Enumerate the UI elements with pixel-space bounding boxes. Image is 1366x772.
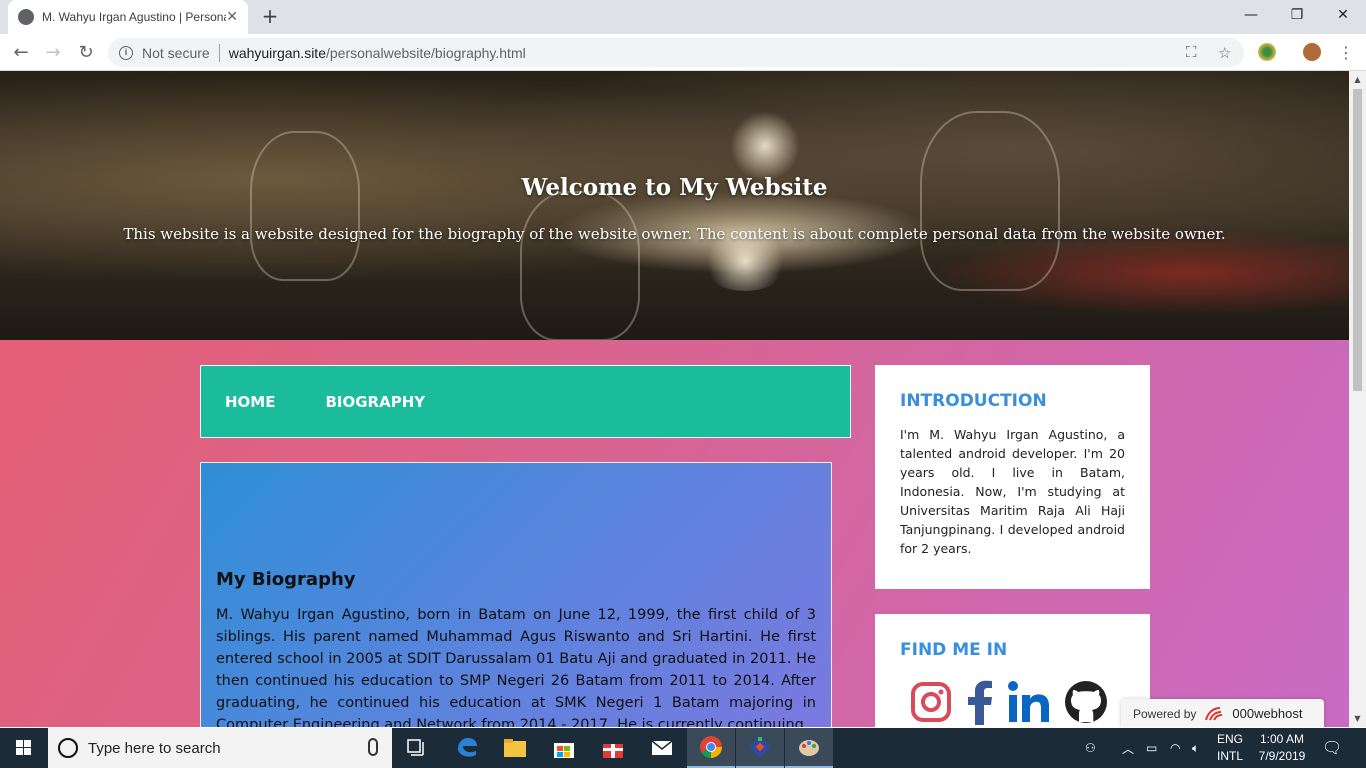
biography-section: My Biography M. Wahyu Irgan Agustino, bo… [200, 462, 832, 727]
translate-icon[interactable]: ⛶ [1186, 44, 1197, 61]
gift-app-icon[interactable] [589, 728, 637, 768]
browser-tab[interactable]: M. Wahyu Irgan Agustino | Personal Websi… [8, 0, 248, 34]
chrome-icon[interactable] [687, 728, 735, 768]
wifi-icon[interactable]: ◠ [1170, 728, 1180, 768]
facebook-icon[interactable] [966, 679, 994, 725]
show-hidden-icons-chevron[interactable]: ︿ [1122, 728, 1134, 768]
language-code: ENG [1216, 732, 1243, 746]
menu-kebab-icon[interactable]: ⋮ [1334, 41, 1358, 65]
restore-icon[interactable]: ❐ [1274, 0, 1320, 30]
social-links [910, 679, 1108, 725]
windows-taskbar: Type here to search ⚇ ︿ ▭ ◠ 🔈︎ ENG INTL … [0, 728, 1366, 768]
address-bar[interactable]: i Not secure wahyuirgan.site/personalweb… [108, 38, 1244, 67]
mail-icon[interactable] [638, 728, 686, 768]
page-viewport: Welcome to My Website This website is a … [0, 71, 1349, 727]
extension-icon[interactable] [1258, 43, 1276, 61]
store-icon[interactable] [540, 728, 588, 768]
browser-toolbar: ← → ↻ i Not secure wahyuirgan.site/perso… [0, 34, 1366, 71]
people-icon[interactable]: ⚇ [1085, 728, 1096, 768]
tab-title: M. Wahyu Irgan Agustino | Personal Websi… [42, 10, 226, 24]
start-button[interactable] [0, 728, 48, 768]
task-view-icon[interactable] [393, 728, 441, 768]
taskbar-search-box[interactable]: Type here to search [48, 728, 392, 768]
hero-banner: Welcome to My Website This website is a … [0, 71, 1349, 340]
nav-home-link[interactable]: HOME [225, 393, 275, 411]
decorative-glass [520, 191, 640, 340]
introduction-heading: INTRODUCTION [900, 391, 1047, 411]
hero-subtitle: This website is a website designed for t… [123, 225, 1226, 243]
reload-icon[interactable]: ↻ [74, 41, 98, 65]
scrollbar-thumb[interactable] [1353, 89, 1362, 391]
decorative-candle-glow [730, 111, 800, 181]
powered-by-badge[interactable]: Powered by 000webhost [1121, 699, 1324, 727]
git-icon[interactable] [736, 728, 784, 768]
close-tab-icon[interactable]: ✕ [226, 9, 238, 25]
edge-icon[interactable] [443, 728, 491, 768]
nav-biography-link[interactable]: BIOGRAPHY [325, 393, 425, 411]
paint-icon[interactable] [785, 728, 833, 768]
url-divider [218, 43, 220, 62]
webhost-logo-icon [1205, 706, 1223, 720]
biography-text: M. Wahyu Irgan Agustino, born in Batam o… [216, 607, 816, 727]
microphone-icon[interactable] [368, 738, 378, 756]
keyboard-layout: INTL [1216, 749, 1243, 763]
file-explorer-icon[interactable] [491, 728, 539, 768]
volume-icon[interactable]: 🔈︎ [1192, 728, 1199, 768]
scroll-down-icon[interactable]: ▼ [1349, 710, 1366, 727]
hero-title: Welcome to My Website [521, 174, 828, 201]
bookmark-star-icon[interactable]: ☆ [1218, 44, 1231, 62]
decorative-glass [250, 131, 360, 281]
webhost-brand: 000webhost [1204, 706, 1303, 722]
close-window-icon[interactable]: ✕ [1320, 0, 1366, 30]
find-me-card: FIND ME IN [875, 614, 1150, 727]
clock-time: 1:00 AM [1259, 732, 1305, 746]
main-nav: HOME BIOGRAPHY [200, 365, 851, 438]
biography-heading: My Biography [216, 569, 356, 590]
introduction-card: INTRODUCTION I'm M. Wahyu Irgan Agustino… [875, 365, 1150, 589]
webhost-brand-text: 000webhost [1232, 706, 1303, 721]
instagram-icon[interactable] [910, 681, 952, 723]
decorative-glass [920, 111, 1060, 291]
tab-strip: M. Wahyu Irgan Agustino | Personal Websi… [0, 0, 1366, 34]
new-tab-button[interactable]: + [258, 4, 282, 28]
security-label[interactable]: Not secure [142, 45, 210, 61]
search-placeholder: Type here to search [88, 739, 221, 757]
page-scrollbar[interactable]: ▲ ▼ [1349, 71, 1366, 727]
back-arrow-icon[interactable]: ← [9, 41, 33, 65]
linkedin-icon[interactable] [1008, 681, 1050, 723]
system-clock[interactable]: 1:00 AM 7/9/2019 [1252, 731, 1312, 765]
url-host[interactable]: wahyuirgan.site [229, 45, 326, 61]
clock-date: 7/9/2019 [1258, 749, 1306, 763]
battery-icon[interactable]: ▭ [1146, 728, 1157, 768]
introduction-text: I'm M. Wahyu Irgan Agustino, a talented … [900, 427, 1125, 556]
globe-icon [18, 9, 34, 25]
url-path[interactable]: /personalwebsite/biography.html [326, 45, 526, 61]
info-icon[interactable]: i [119, 45, 133, 60]
github-icon[interactable] [1064, 680, 1108, 724]
profile-avatar[interactable] [1303, 43, 1321, 61]
windows-logo-icon [16, 740, 31, 755]
input-language-indicator[interactable]: ENG INTL [1212, 731, 1248, 765]
minimize-icon[interactable]: — [1228, 0, 1274, 30]
notification-center-icon[interactable]: 🗨︎ [1322, 728, 1342, 768]
find-me-heading: FIND ME IN [900, 640, 1008, 660]
powered-by-label: Powered by [1133, 706, 1197, 721]
scroll-up-icon[interactable]: ▲ [1349, 71, 1366, 88]
cortana-icon [58, 738, 78, 758]
forward-arrow-icon[interactable]: → [41, 41, 65, 65]
